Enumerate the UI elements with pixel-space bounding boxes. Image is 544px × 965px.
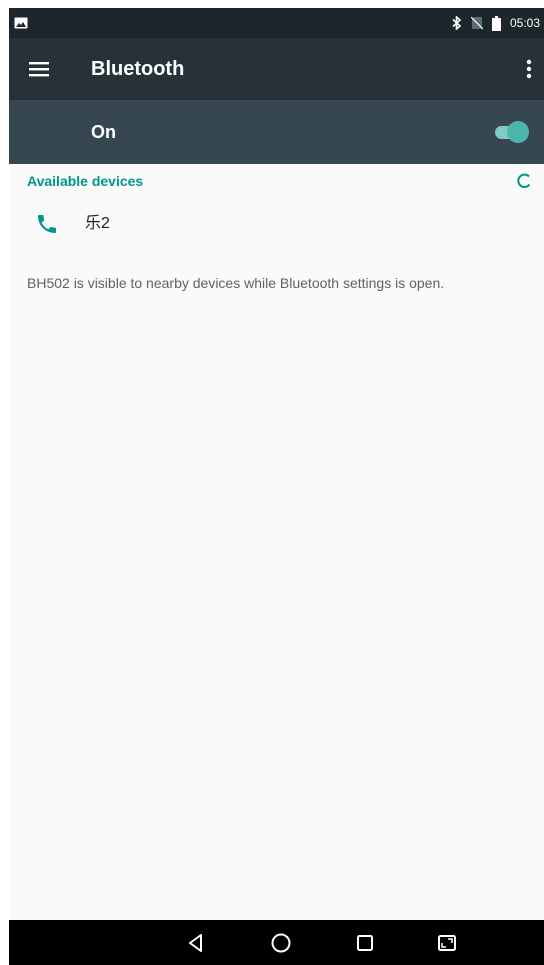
recents-icon	[357, 934, 373, 951]
toggle-thumb	[507, 121, 529, 143]
device-item[interactable]: 乐2	[9, 201, 544, 247]
bluetooth-toggle[interactable]	[493, 120, 531, 144]
screenshot-button[interactable]	[427, 920, 467, 965]
no-sim-icon	[470, 16, 483, 30]
page-title: Bluetooth	[91, 58, 185, 80]
device-name: 乐2	[85, 215, 110, 232]
home-icon	[271, 933, 291, 952]
visibility-note: BH502 is visible to nearby devices while…	[27, 275, 445, 291]
navigation-bar	[9, 920, 544, 965]
status-bar: 05:03	[9, 8, 544, 38]
bluetooth-icon	[452, 16, 462, 30]
screenshot-icon	[438, 934, 456, 951]
back-icon	[189, 933, 202, 952]
app-bar: Bluetooth	[9, 38, 544, 100]
bluetooth-switch-bar[interactable]: On	[9, 100, 544, 164]
hamburger-menu-icon[interactable]	[27, 58, 51, 80]
available-devices-header: Available devices	[27, 173, 144, 189]
status-time: 05:03	[509, 16, 540, 30]
screen: 05:03 Bluetooth On Available devices 乐2 …	[9, 8, 544, 965]
recents-button[interactable]	[345, 920, 385, 965]
switch-label: On	[91, 122, 116, 142]
home-button[interactable]	[261, 920, 301, 965]
image-icon	[14, 17, 28, 29]
back-button[interactable]	[176, 920, 216, 965]
more-vertical-icon[interactable]	[522, 57, 536, 81]
status-icons: 05:03	[452, 8, 540, 38]
refresh-icon[interactable]	[515, 172, 533, 190]
battery-icon	[491, 15, 501, 31]
phone-icon	[38, 215, 56, 233]
